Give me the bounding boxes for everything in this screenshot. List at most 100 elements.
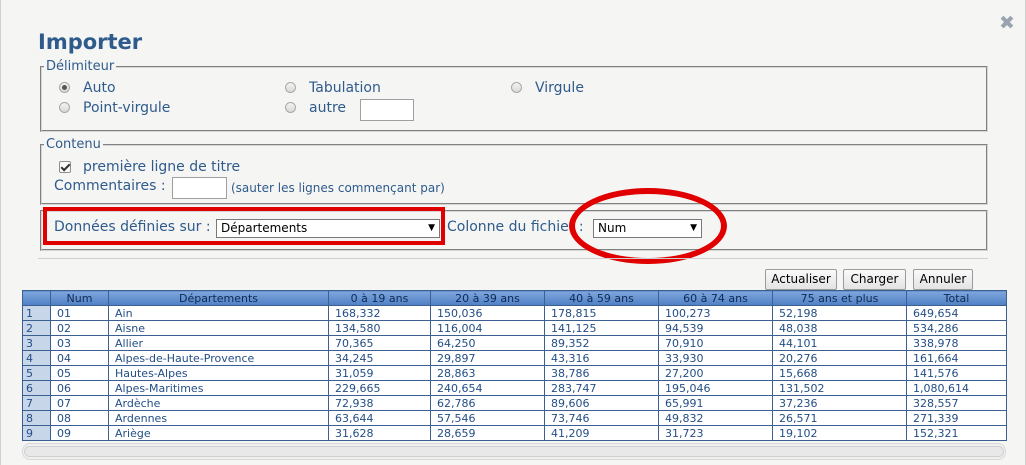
cell: 26,571 bbox=[772, 410, 907, 426]
cell: 37,236 bbox=[772, 395, 907, 411]
cell: 19,102 bbox=[772, 425, 907, 441]
cell: 49,832 bbox=[658, 410, 773, 426]
table-row[interactable]: 3 03 Allier 70,365 64,250 89,352 70,910 … bbox=[22, 335, 1007, 351]
table-row[interactable]: 1 01 Ain 168,332 150,036 178,815 100,273… bbox=[22, 305, 1007, 321]
radio-autre-label: autre bbox=[309, 100, 347, 116]
refresh-button[interactable]: Actualiser bbox=[765, 269, 837, 290]
col-header-40-59[interactable]: 40 à 59 ans bbox=[544, 290, 659, 306]
cell: 70,910 bbox=[658, 335, 773, 351]
cell: 62,786 bbox=[430, 395, 545, 411]
cell: Allier bbox=[108, 335, 329, 351]
other-delimiter-input[interactable] bbox=[360, 99, 414, 121]
scrollbar-thumb[interactable] bbox=[24, 446, 1004, 457]
horizontal-scrollbar[interactable] bbox=[22, 443, 1006, 460]
cell: 195,046 bbox=[658, 380, 773, 396]
table-row[interactable]: 4 04 Alpes-de-Haute-Provence 34,245 29,8… bbox=[22, 350, 1007, 366]
cell: Ardennes bbox=[108, 410, 329, 426]
first-line-title-label: première ligne de titre bbox=[83, 159, 241, 175]
table-row[interactable]: 9 09 Ariège 31,628 28,659 41,209 31,723 … bbox=[22, 425, 1007, 441]
cell: 15,668 bbox=[772, 365, 907, 381]
radio-auto[interactable] bbox=[59, 82, 70, 93]
cell: 141,576 bbox=[906, 365, 1007, 381]
table-header-row: Num Départements 0 à 19 ans 20 à 39 ans … bbox=[22, 290, 1007, 306]
cell: 64,250 bbox=[430, 335, 545, 351]
first-line-title-checkbox[interactable] bbox=[59, 161, 71, 173]
cell: Ain bbox=[108, 305, 329, 321]
row-number: 2 bbox=[22, 320, 51, 336]
cell: 649,654 bbox=[906, 305, 1007, 321]
cell: Alpes-de-Haute-Provence bbox=[108, 350, 329, 366]
cell: 152,321 bbox=[906, 425, 1007, 441]
table-row[interactable]: 6 06 Alpes-Maritimes 229,665 240,654 283… bbox=[22, 380, 1007, 396]
cell: Ardèche bbox=[108, 395, 329, 411]
content-legend: Contenu bbox=[46, 137, 101, 152]
col-header-75-plus[interactable]: 75 ans et plus bbox=[772, 290, 907, 306]
comments-hint: (sauter les lignes commençant par) bbox=[231, 181, 445, 195]
file-column-label: Colonne du fichier : bbox=[447, 219, 584, 235]
cell: 43,316 bbox=[544, 350, 659, 366]
radio-virgule[interactable] bbox=[511, 82, 522, 93]
cell: 134,580 bbox=[328, 320, 431, 336]
cell: 131,502 bbox=[772, 380, 907, 396]
radio-tabulation-label: Tabulation bbox=[309, 80, 381, 96]
cell: 28,863 bbox=[430, 365, 545, 381]
cell: 38,786 bbox=[544, 365, 659, 381]
col-header-departements[interactable]: Départements bbox=[108, 290, 329, 306]
cell: 04 bbox=[50, 350, 109, 366]
cell: 07 bbox=[50, 395, 109, 411]
cell: 94,539 bbox=[658, 320, 773, 336]
cell: 48,038 bbox=[772, 320, 907, 336]
cell: 240,654 bbox=[430, 380, 545, 396]
cell: 70,365 bbox=[328, 335, 431, 351]
cancel-button[interactable]: Annuler bbox=[913, 269, 973, 290]
cell: 28,659 bbox=[430, 425, 545, 441]
delimiter-group: Délimiteur bbox=[40, 59, 988, 132]
col-header-20-39[interactable]: 20 à 39 ans bbox=[430, 290, 545, 306]
table-row[interactable]: 5 05 Hautes-Alpes 31,059 28,863 38,786 2… bbox=[22, 365, 1007, 381]
cell: 283,747 bbox=[544, 380, 659, 396]
cell: 01 bbox=[50, 305, 109, 321]
cell: 271,339 bbox=[906, 410, 1007, 426]
cell: Hautes-Alpes bbox=[108, 365, 329, 381]
cell: 65,991 bbox=[658, 395, 773, 411]
table-row[interactable]: 7 07 Ardèche 72,938 62,786 89,606 65,991… bbox=[22, 395, 1007, 411]
cell: 328,557 bbox=[906, 395, 1007, 411]
cell: 168,332 bbox=[328, 305, 431, 321]
col-header-0-19[interactable]: 0 à 19 ans bbox=[328, 290, 431, 306]
row-number: 7 bbox=[22, 395, 51, 411]
cell: 338,978 bbox=[906, 335, 1007, 351]
cell: 72,938 bbox=[328, 395, 431, 411]
data-table: Num Départements 0 à 19 ans 20 à 39 ans … bbox=[22, 290, 1007, 441]
cell: 34,245 bbox=[328, 350, 431, 366]
cell: 161,664 bbox=[906, 350, 1007, 366]
col-header-60-74[interactable]: 60 à 74 ans bbox=[658, 290, 773, 306]
cell: Aisne bbox=[108, 320, 329, 336]
radio-point-virgule[interactable] bbox=[59, 102, 70, 113]
cell: 89,352 bbox=[544, 335, 659, 351]
col-header-total[interactable]: Total bbox=[906, 290, 1007, 306]
radio-autre[interactable] bbox=[285, 102, 296, 113]
cell: 141,125 bbox=[544, 320, 659, 336]
separator bbox=[38, 258, 988, 259]
row-number: 1 bbox=[22, 305, 51, 321]
close-icon[interactable]: ✖ bbox=[999, 12, 1015, 34]
dialog-title: Importer bbox=[38, 30, 143, 54]
cell: 63,644 bbox=[328, 410, 431, 426]
cell: 33,930 bbox=[658, 350, 773, 366]
col-header-rownum bbox=[22, 290, 51, 306]
table-row[interactable]: 2 02 Aisne 134,580 116,004 141,125 94,53… bbox=[22, 320, 1007, 336]
radio-tabulation[interactable] bbox=[285, 82, 296, 93]
comments-input[interactable] bbox=[172, 177, 227, 199]
cell: 116,004 bbox=[430, 320, 545, 336]
load-button[interactable]: Charger bbox=[843, 269, 906, 290]
cell: 44,101 bbox=[772, 335, 907, 351]
table-row[interactable]: 8 08 Ardennes 63,644 57,546 73,746 49,83… bbox=[22, 410, 1007, 426]
cell: 178,815 bbox=[544, 305, 659, 321]
cell: 09 bbox=[50, 425, 109, 441]
col-header-num[interactable]: Num bbox=[50, 290, 109, 306]
cell: 03 bbox=[50, 335, 109, 351]
cell: 73,746 bbox=[544, 410, 659, 426]
delimiter-legend: Délimiteur bbox=[46, 59, 115, 74]
row-number: 4 bbox=[22, 350, 51, 366]
radio-point-virgule-label: Point-virgule bbox=[83, 100, 171, 116]
